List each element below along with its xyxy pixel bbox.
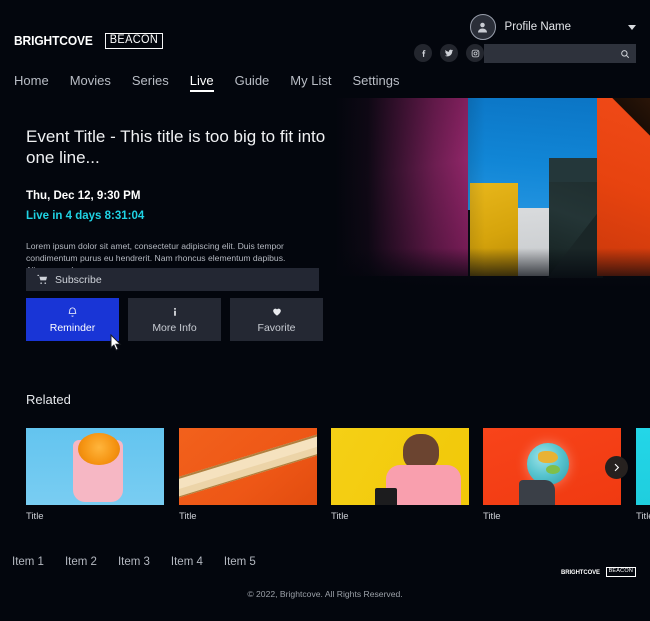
bell-icon [67,305,78,318]
hero-image [335,98,650,288]
more-info-button[interactable]: More Info [128,298,221,341]
heart-icon [271,305,283,318]
footer-item-2[interactable]: Item 2 [65,556,97,568]
more-info-label: More Info [152,322,196,334]
hero-date: Thu, Dec 12, 9:30 PM [26,190,326,202]
chevron-down-icon[interactable] [628,25,636,30]
subscribe-button[interactable]: Subscribe [26,268,319,291]
card-thumbnail[interactable] [483,428,621,505]
main-nav: Home Movies Series Live Guide My List Se… [14,73,399,92]
site-footer: Item 1 Item 2 Item 3 Item 4 Item 5 BRIGH… [0,541,650,621]
brand-logo-word: BRIGHTCOVE [14,33,93,48]
nav-item-series[interactable]: Series [132,73,169,92]
hero-info: Event Title - This title is too big to f… [26,126,326,276]
footer-links: Item 1 Item 2 Item 3 Item 4 Item 5 [12,556,256,568]
footer-item-3[interactable]: Item 3 [118,556,150,568]
nav-item-live[interactable]: Live [190,73,214,92]
hero-actions: Reminder More Info Favorite [26,298,323,341]
footer-item-1[interactable]: Item 1 [12,556,44,568]
related-section: Related Title Title Title [0,392,650,526]
footer-brand-logo: BRIGHTCOVE BEACON [561,567,636,577]
nav-item-home[interactable]: Home [14,73,49,92]
card-title: Title [26,511,164,522]
card-title: Title [331,511,469,522]
reminder-button[interactable]: Reminder [26,298,119,341]
avatar [470,14,496,40]
list-item[interactable]: Title [636,428,650,522]
favorite-button[interactable]: Favorite [230,298,323,341]
app-root: BRIGHTCOVE BEACON Profile Name [0,0,650,621]
subscribe-label: Subscribe [55,274,102,286]
hero-countdown: Live in 4 days 8:31:04 [26,210,326,222]
footer-logo-word: BRIGHTCOVE [561,569,600,576]
list-item[interactable]: Title [26,428,164,522]
facebook-icon[interactable] [414,44,432,62]
card-thumbnail[interactable] [636,428,650,505]
user-avatar-icon [475,20,490,35]
nav-item-settings[interactable]: Settings [352,73,399,92]
list-item[interactable]: Title [483,428,621,522]
carousel-next-button[interactable] [605,456,628,479]
card-title: Title [636,511,650,522]
hero-title: Event Title - This title is too big to f… [26,126,326,168]
brand-logo[interactable]: BRIGHTCOVE BEACON [14,32,166,49]
card-thumbnail[interactable] [26,428,164,505]
nav-item-guide[interactable]: Guide [235,73,270,92]
search-input[interactable] [484,44,636,63]
reminder-label: Reminder [50,322,96,334]
nav-item-my-list[interactable]: My List [290,73,331,92]
copyright-text: © 2022, Brightcove. All Rights Reserved. [0,589,650,599]
related-carousel: Title Title Title Title [0,428,650,526]
search-box[interactable] [484,44,636,63]
related-heading: Related [26,392,650,407]
footer-logo-box: BEACON [606,567,636,577]
brand-logo-box: BEACON [105,33,163,49]
shopping-cart-icon [37,274,48,285]
profile-menu[interactable]: Profile Name [470,14,636,40]
favorite-label: Favorite [258,322,296,334]
footer-item-4[interactable]: Item 4 [171,556,203,568]
list-item[interactable]: Title [331,428,469,522]
hero-section: Event Title - This title is too big to f… [0,98,650,370]
hero-gradient-bottom [335,248,650,288]
card-title: Title [483,511,621,522]
search-icon [620,49,630,59]
nav-item-movies[interactable]: Movies [70,73,111,92]
chevron-right-icon [612,462,621,473]
card-thumbnail[interactable] [331,428,469,505]
twitter-icon[interactable] [440,44,458,62]
instagram-icon[interactable] [466,44,484,62]
mouse-cursor [110,334,122,351]
info-icon [170,305,180,318]
footer-item-5[interactable]: Item 5 [224,556,256,568]
site-header: BRIGHTCOVE BEACON Profile Name [0,0,650,98]
card-thumbnail[interactable] [179,428,317,505]
list-item[interactable]: Title [179,428,317,522]
social-links [414,44,484,62]
profile-name: Profile Name [505,21,571,33]
card-title: Title [179,511,317,522]
